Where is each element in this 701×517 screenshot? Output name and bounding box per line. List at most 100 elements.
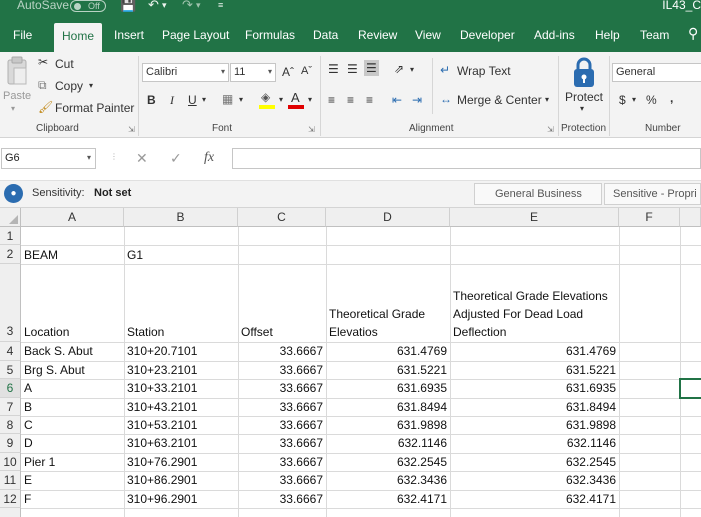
comma-style-button[interactable]: ,: [670, 91, 673, 105]
orientation-icon[interactable]: ⇗: [394, 62, 404, 76]
cell-a3[interactable]: Location: [21, 323, 124, 341]
currency-dropdown-icon[interactable]: ▾: [632, 95, 636, 104]
cell-adjusted[interactable]: 631.4769: [450, 342, 619, 360]
cell-station[interactable]: 310+20.7101: [124, 342, 238, 360]
cell-offset[interactable]: 33.6667: [238, 379, 326, 397]
tab-insert[interactable]: Insert: [114, 28, 144, 42]
wrap-text-icon[interactable]: ↵: [440, 63, 450, 77]
decrease-indent-icon[interactable]: ⇤: [392, 93, 402, 107]
cell-location[interactable]: E: [21, 471, 124, 489]
row-header-2[interactable]: 2: [0, 245, 21, 264]
tab-team[interactable]: Team: [640, 28, 669, 42]
insert-function-button[interactable]: fx: [204, 150, 214, 166]
column-header-g[interactable]: [680, 208, 701, 227]
enter-icon[interactable]: ✓: [170, 150, 182, 167]
italic-button[interactable]: I: [170, 93, 174, 108]
tab-page-layout[interactable]: Page Layout: [162, 28, 229, 42]
font-name-combo[interactable]: Calibri ▾: [142, 63, 229, 82]
merge-center-button[interactable]: Merge & Center: [457, 93, 542, 107]
row-header-12[interactable]: 12: [0, 490, 21, 508]
cell-c3[interactable]: Offset: [238, 323, 326, 341]
tab-home[interactable]: Home: [54, 23, 103, 52]
formula-input[interactable]: [232, 148, 701, 169]
tab-formulas[interactable]: Formulas: [245, 28, 295, 42]
sensitivity-general-business-button[interactable]: General Business: [474, 183, 602, 205]
row-header-6[interactable]: 6: [0, 379, 21, 398]
cell-offset[interactable]: 33.6667: [238, 342, 326, 360]
row-header-7[interactable]: 7: [0, 398, 21, 416]
copy-dropdown-icon[interactable]: ▾: [89, 81, 93, 90]
currency-button[interactable]: $: [619, 93, 626, 107]
paste-icon[interactable]: [6, 56, 28, 88]
fill-color-dropdown-icon[interactable]: ▾: [279, 95, 283, 104]
cell-adjusted[interactable]: 631.6935: [450, 379, 619, 397]
cell-station[interactable]: 310+63.2101: [124, 434, 238, 452]
decrease-font-size-icon[interactable]: Aˇ: [301, 65, 312, 77]
customize-quick-access-icon[interactable]: ≡: [218, 0, 223, 10]
cell-station[interactable]: 310+86.2901: [124, 471, 238, 489]
merge-center-dropdown-icon[interactable]: ▾: [545, 95, 549, 104]
alignment-launcher-icon[interactable]: ⇲: [547, 125, 554, 134]
align-left-icon[interactable]: ≡: [328, 93, 335, 107]
cell-a2[interactable]: BEAM: [21, 246, 124, 264]
tab-add-ins[interactable]: Add-ins: [534, 28, 575, 42]
row-header-4[interactable]: 4: [0, 342, 21, 361]
column-header-e[interactable]: E: [450, 208, 619, 227]
cell-e3[interactable]: Theoretical Grade Elevations Adjusted Fo…: [450, 287, 619, 341]
column-header-d[interactable]: D: [326, 208, 450, 227]
cell-station[interactable]: 310+23.2101: [124, 361, 238, 379]
wrap-text-button[interactable]: Wrap Text: [457, 64, 511, 78]
cut-button[interactable]: Cut: [55, 57, 74, 71]
cell-offset[interactable]: 33.6667: [238, 434, 326, 452]
redo-icon[interactable]: ↷: [182, 0, 193, 13]
underline-button[interactable]: U: [188, 93, 197, 107]
column-header-a[interactable]: A: [21, 208, 124, 227]
cell-theoretical[interactable]: 631.6935: [326, 379, 450, 397]
cell-b3[interactable]: Station: [124, 323, 238, 341]
align-middle-icon[interactable]: ☰: [347, 62, 358, 76]
borders-icon[interactable]: ▦: [222, 92, 233, 106]
name-box[interactable]: G6 ▾: [1, 148, 96, 169]
increase-font-size-icon[interactable]: Aˆ: [282, 65, 294, 79]
cell-b2[interactable]: G1: [124, 246, 238, 264]
orientation-dropdown-icon[interactable]: ▾: [410, 65, 414, 74]
number-format-combo[interactable]: General: [612, 63, 701, 82]
cell-offset[interactable]: 33.6667: [238, 471, 326, 489]
cell-offset[interactable]: 33.6667: [238, 453, 326, 471]
align-bottom-icon[interactable]: ☰: [364, 60, 379, 76]
cell-adjusted[interactable]: 632.2545: [450, 453, 619, 471]
row-header-5[interactable]: 5: [0, 361, 21, 379]
cell-location[interactable]: Back S. Abut: [21, 342, 124, 360]
borders-dropdown-icon[interactable]: ▾: [239, 95, 243, 104]
tab-data[interactable]: Data: [313, 28, 338, 42]
row-header-3[interactable]: 3: [0, 264, 21, 342]
cell-station[interactable]: 310+33.2101: [124, 379, 238, 397]
cell-location[interactable]: C: [21, 416, 124, 434]
tab-view[interactable]: View: [415, 28, 441, 42]
protect-button[interactable]: Protect: [565, 90, 603, 104]
cell-adjusted[interactable]: 632.3436: [450, 471, 619, 489]
cell-station[interactable]: 310+43.2101: [124, 398, 238, 416]
cell-theoretical[interactable]: 631.4769: [326, 342, 450, 360]
clipboard-launcher-icon[interactable]: ⇲: [128, 125, 135, 134]
tab-developer[interactable]: Developer: [460, 28, 515, 42]
row-header-9[interactable]: 9: [0, 434, 21, 453]
cell-location[interactable]: Pier 1: [21, 453, 124, 471]
autosave-toggle[interactable]: Off: [70, 0, 106, 12]
paste-button[interactable]: Paste: [3, 90, 31, 102]
undo-icon[interactable]: ↶: [148, 0, 159, 13]
paste-dropdown-icon[interactable]: ▾: [11, 104, 15, 113]
cell-station[interactable]: 310+96.2901: [124, 490, 238, 508]
copy-icon[interactable]: ⧉: [38, 78, 47, 93]
align-right-icon[interactable]: ≡: [366, 93, 373, 107]
cell-offset[interactable]: 33.6667: [238, 398, 326, 416]
cell-theoretical[interactable]: 631.5221: [326, 361, 450, 379]
row-header-8[interactable]: 8: [0, 416, 21, 434]
increase-indent-icon[interactable]: ⇥: [412, 93, 422, 107]
column-header-b[interactable]: B: [124, 208, 238, 227]
cell-station[interactable]: 310+53.2101: [124, 416, 238, 434]
cell-d3[interactable]: Theoretical Grade Elevatios: [326, 305, 450, 341]
row-header-1[interactable]: 1: [0, 227, 21, 245]
row-header-11[interactable]: 11: [0, 471, 21, 490]
fill-color-icon[interactable]: ◈: [259, 90, 277, 110]
